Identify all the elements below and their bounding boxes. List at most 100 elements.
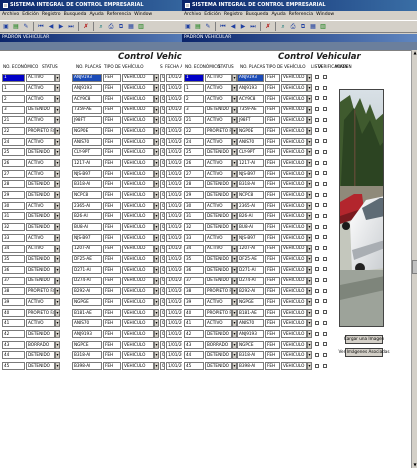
placas-cell[interactable]: B181-AE	[237, 308, 264, 317]
vehiculo-select[interactable]: VEHICULO	[281, 105, 307, 114]
menu-registro[interactable]: Registro	[224, 13, 243, 18]
status-select[interactable]: DETENIDO	[26, 180, 55, 189]
new-icon[interactable]: ▤	[194, 23, 202, 30]
placas-cell[interactable]: CLY-9PT	[72, 148, 102, 157]
vehiculo-select[interactable]: VEHICULO	[281, 351, 307, 360]
vehiculo-dropdown-icon[interactable]: ▾	[154, 73, 159, 82]
tipo-cell[interactable]: FEH	[265, 223, 280, 232]
status-select[interactable]: DETENIDO	[26, 276, 55, 285]
vehiculo-dropdown-icon[interactable]: ▾	[154, 223, 159, 232]
vehiculo-dropdown-icon[interactable]: ▾	[154, 137, 159, 146]
vehiculo-select[interactable]: VEHICULO	[281, 169, 307, 178]
tipo-cell[interactable]: FEH	[265, 233, 280, 242]
status-dropdown-icon[interactable]: ▾	[55, 340, 60, 349]
no-economico-cell[interactable]: 27	[2, 169, 25, 178]
s-cell[interactable]: 0	[160, 340, 165, 349]
status-dropdown-icon[interactable]: ▾	[55, 276, 60, 285]
verificacion-checkbox[interactable]	[323, 352, 327, 357]
vehiculo-dropdown-icon[interactable]: ▾	[154, 191, 159, 200]
verificacion-checkbox[interactable]	[323, 117, 327, 122]
menu-busqueda[interactable]: Busqueda	[64, 13, 87, 18]
placas-cell[interactable]: D271-AI	[72, 265, 102, 274]
tipo-cell[interactable]: FEH	[103, 244, 121, 253]
status-select[interactable]: BORRADO	[26, 340, 55, 349]
no-economico-cell[interactable]: 33	[2, 233, 25, 242]
no-economico-cell[interactable]: 34	[2, 244, 25, 253]
vehiculo-select[interactable]: VEHICULO	[281, 223, 307, 232]
placas-cell[interactable]: DF25-AE	[237, 255, 264, 264]
status-select[interactable]: DETENIDO	[26, 191, 55, 200]
tipo-cell[interactable]: FEH	[265, 169, 280, 178]
vehiculo-select[interactable]: VEHICULO	[281, 330, 307, 338]
status-select[interactable]: PROPIETO Falla Ba	[26, 126, 55, 135]
lista-checkbox[interactable]	[315, 171, 319, 176]
vehiculo-dropdown-icon[interactable]: ▾	[154, 297, 159, 306]
no-economico-cell[interactable]: 22	[2, 126, 25, 135]
tipo-cell[interactable]: FEH	[103, 265, 121, 274]
vehiculo-select[interactable]: VEHICULO	[122, 297, 154, 306]
tipo-cell[interactable]: FEH	[103, 180, 121, 189]
paste-icon[interactable]: ▦	[127, 23, 135, 30]
vehiculo-dropdown-icon[interactable]: ▾	[307, 362, 312, 371]
vehiculo-select[interactable]: VEHICULO	[281, 73, 307, 82]
vehiculo-select[interactable]: VEHICULO	[122, 330, 154, 338]
s-cell[interactable]: 0	[160, 244, 165, 253]
lista-checkbox[interactable]	[315, 85, 319, 90]
no-economico-cell[interactable]: 29	[2, 191, 25, 200]
previous-record-icon[interactable]: ◀	[229, 23, 237, 30]
menu-archivo[interactable]: Archivo	[184, 13, 201, 18]
menu-ayuda[interactable]: Ayuda	[89, 13, 103, 18]
status-dropdown-icon[interactable]: ▾	[55, 84, 60, 93]
edit-icon[interactable]: ✎	[204, 23, 212, 30]
tipo-cell[interactable]: FEH	[103, 276, 121, 285]
no-economico-cell[interactable]: 39	[2, 297, 25, 306]
tipo-cell[interactable]: FEH	[265, 201, 280, 210]
placas-cell[interactable]: 1217-AI	[237, 159, 264, 167]
first-record-icon[interactable]: ⏮	[37, 23, 45, 30]
s-cell[interactable]: 0	[160, 308, 165, 317]
status-dropdown-icon[interactable]: ▾	[55, 330, 60, 338]
vehiculo-dropdown-icon[interactable]: ▾	[307, 180, 312, 189]
no-economico-cell[interactable]: 21	[184, 116, 204, 125]
no-economico-cell[interactable]: 38	[2, 287, 25, 296]
tipo-cell[interactable]: FEH	[265, 319, 280, 328]
no-economico-cell[interactable]: 3	[184, 105, 204, 114]
status-select[interactable]: ACTIVO	[26, 73, 55, 82]
status-select[interactable]: DETENIDO	[205, 223, 232, 232]
verificacion-checkbox[interactable]	[323, 299, 327, 304]
status-select[interactable]: ACTIVO	[26, 169, 55, 178]
vehiculo-select[interactable]: VEHICULO	[122, 105, 154, 114]
new-icon[interactable]: ▤	[12, 23, 20, 30]
lista-checkbox[interactable]	[315, 267, 319, 272]
placas-cell[interactable]: DF25-AE	[72, 255, 102, 264]
vehiculo-select[interactable]: VEHICULO	[281, 233, 307, 242]
tipo-cell[interactable]: FEH	[265, 212, 280, 221]
verificacion-checkbox[interactable]	[323, 149, 327, 154]
menu-window[interactable]: Window	[134, 13, 152, 18]
vehiculo-dropdown-icon[interactable]: ▾	[307, 73, 312, 82]
lista-checkbox[interactable]	[315, 278, 319, 283]
s-cell[interactable]: 0	[160, 94, 165, 103]
vehiculo-select[interactable]: VEHICULO	[122, 169, 154, 178]
status-select[interactable]: PROPIETO Falla Ba	[205, 287, 232, 296]
no-economico-cell[interactable]: 30	[2, 201, 25, 210]
vehiculo-select[interactable]: VEHICULO	[122, 148, 154, 157]
status-dropdown-icon[interactable]: ▾	[55, 148, 60, 157]
status-dropdown-icon[interactable]: ▾	[55, 126, 60, 135]
no-economico-cell[interactable]: 28	[184, 180, 204, 189]
s-cell[interactable]: 0	[160, 330, 165, 338]
lista-checkbox[interactable]	[315, 331, 319, 336]
status-select[interactable]: DETENIDO	[26, 212, 55, 221]
no-economico-cell[interactable]: 40	[184, 308, 204, 317]
no-economico-cell[interactable]: 42	[2, 330, 25, 338]
vehiculo-select[interactable]: VEHICULO	[281, 159, 307, 167]
no-economico-cell[interactable]: 30	[184, 201, 204, 210]
tipo-cell[interactable]: FEH	[265, 362, 280, 371]
vehiculo-dropdown-icon[interactable]: ▾	[307, 94, 312, 103]
verificacion-checkbox[interactable]	[323, 310, 327, 315]
vehiculo-dropdown-icon[interactable]: ▾	[307, 116, 312, 125]
no-economico-cell[interactable]: 40	[2, 308, 25, 317]
lista-checkbox[interactable]	[315, 75, 319, 79]
no-economico-cell[interactable]: 35	[2, 255, 25, 264]
status-dropdown-icon[interactable]: ▾	[55, 169, 60, 178]
